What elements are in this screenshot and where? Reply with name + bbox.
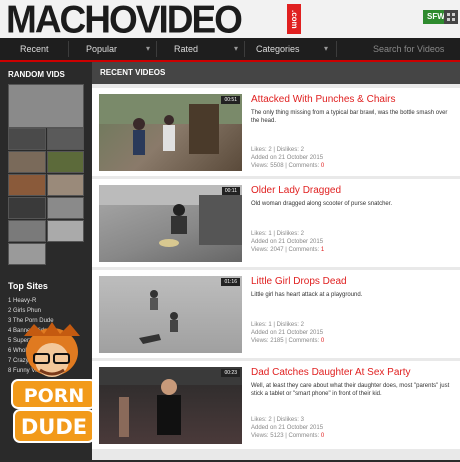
- random-video-thumbnail[interactable]: [8, 197, 46, 219]
- top-sites-heading: Top Sites: [8, 281, 48, 291]
- badge-word: DUDE: [21, 415, 87, 439]
- video-title[interactable]: Little Girl Drops Dead: [251, 276, 347, 287]
- recent-videos-heading: RECENT VIDEOS: [100, 68, 166, 77]
- random-video-thumbnail[interactable]: [47, 151, 84, 173]
- nav-rated[interactable]: Rated: [174, 38, 198, 60]
- video-title[interactable]: Older Lady Dragged: [251, 185, 341, 196]
- badge-word: PORN: [24, 385, 85, 407]
- video-likes: Likes: 2 | Dislikes: 3: [251, 417, 304, 423]
- video-duration: 00:51: [221, 96, 240, 104]
- porn-dude-badge[interactable]: PORN DUDE: [4, 322, 97, 443]
- video-views: Views: 2047 | Comments:: [251, 247, 320, 253]
- video-date: Added on 21 October 2015: [251, 239, 324, 245]
- video-duration: 00:23: [221, 369, 240, 377]
- site-header: MACHOVIDEO .com SFW: [0, 0, 460, 39]
- random-video-thumbnail[interactable]: [47, 174, 84, 196]
- video-duration: 00:11: [221, 187, 240, 195]
- video-views: Views: 5123 | Comments:: [251, 433, 320, 439]
- search-input[interactable]: Search for Videos: [355, 38, 460, 60]
- video-likes: Likes: 1 | Dislikes: 2: [251, 231, 304, 237]
- logo-suffix: .com: [287, 4, 301, 34]
- random-video-thumbnail[interactable]: [8, 174, 46, 196]
- nav-recent[interactable]: Recent: [20, 38, 49, 60]
- nav-divider: [156, 41, 157, 57]
- random-video-thumbnail[interactable]: [8, 243, 46, 265]
- video-likes: Likes: 1 | Dislikes: 2: [251, 322, 304, 328]
- random-video-thumbnail[interactable]: [47, 197, 84, 219]
- random-vids-heading: RANDOM VIDS: [8, 70, 65, 79]
- video-thumbnail[interactable]: 00:23: [99, 367, 242, 444]
- video-card[interactable]: 00:51 Attacked With Punches & Chairs The…: [92, 88, 460, 179]
- site-logo[interactable]: MACHOVIDEO: [6, 0, 243, 39]
- video-card[interactable]: 00:23 Dad Catches Daughter At Sex Party …: [92, 361, 460, 452]
- recent-videos-header: RECENT VIDEOS: [92, 62, 460, 84]
- nav-divider: [336, 41, 337, 57]
- main-nav: Recent Popular ▾ Rated ▾ Categories ▾ Se…: [0, 38, 460, 62]
- main-content: RECENT VIDEOS 00:51 Attacked With Punche…: [92, 62, 460, 460]
- video-description: Well, at least they care about what thei…: [251, 383, 450, 397]
- video-date: Added on 21 October 2015: [251, 155, 324, 161]
- video-title[interactable]: Dad Catches Daughter At Sex Party: [251, 367, 411, 378]
- comment-count[interactable]: 0: [321, 163, 324, 169]
- video-views: Views: 2185 | Comments:: [251, 338, 320, 344]
- video-card[interactable]: 01:16 Little Girl Drops Dead Little girl…: [92, 270, 460, 361]
- video-date: Added on 21 October 2015: [251, 330, 324, 336]
- video-description: The only thing missing from a typical ba…: [251, 110, 448, 124]
- chevron-down-icon[interactable]: ▾: [232, 38, 240, 60]
- nav-divider: [244, 41, 245, 57]
- top-site-link[interactable]: 2 Girls Phun: [8, 307, 41, 316]
- comment-count[interactable]: 1: [321, 247, 324, 253]
- random-video-thumbnail[interactable]: [47, 128, 84, 150]
- video-thumbnail[interactable]: 00:51: [99, 94, 242, 171]
- random-video-thumbnail[interactable]: [8, 84, 84, 128]
- random-video-thumbnail[interactable]: [47, 220, 84, 242]
- random-video-thumbnail[interactable]: [8, 151, 46, 173]
- nav-divider: [68, 41, 69, 57]
- top-site-link[interactable]: 1 Heavy-R: [8, 297, 36, 306]
- video-card[interactable]: 00:11 Older Lady Dragged Old woman dragg…: [92, 179, 460, 270]
- nav-popular[interactable]: Popular: [86, 38, 117, 60]
- video-stats: Views: 5123 | Comments: 0: [251, 432, 324, 440]
- video-description: Little girl has heart attack at a playgr…: [251, 292, 363, 298]
- chevron-down-icon[interactable]: ▾: [322, 38, 330, 60]
- nav-categories[interactable]: Categories: [256, 38, 300, 60]
- random-video-thumbnail[interactable]: [8, 128, 46, 150]
- video-duration: 01:16: [221, 278, 240, 286]
- chevron-down-icon[interactable]: ▾: [144, 38, 152, 60]
- video-title[interactable]: Attacked With Punches & Chairs: [251, 94, 396, 105]
- grid-icon[interactable]: [444, 10, 458, 24]
- video-thumbnail[interactable]: 01:16: [99, 276, 242, 353]
- video-stats: Views: 2047 | Comments: 1: [251, 246, 324, 254]
- video-date: Added on 21 October 2015: [251, 425, 324, 431]
- comment-count[interactable]: 0: [321, 433, 324, 439]
- comment-count[interactable]: 0: [321, 338, 324, 344]
- video-likes: Likes: 2 | Dislikes: 2: [251, 147, 304, 153]
- video-description: Old woman dragged along scooter of purse…: [251, 201, 393, 207]
- video-stats: Views: 2185 | Comments: 0: [251, 337, 324, 345]
- video-stats: Views: 5508 | Comments: 0: [251, 162, 324, 170]
- random-video-thumbnail[interactable]: [8, 220, 46, 242]
- video-views: Views: 5508 | Comments:: [251, 163, 320, 169]
- video-thumbnail[interactable]: 00:11: [99, 185, 242, 262]
